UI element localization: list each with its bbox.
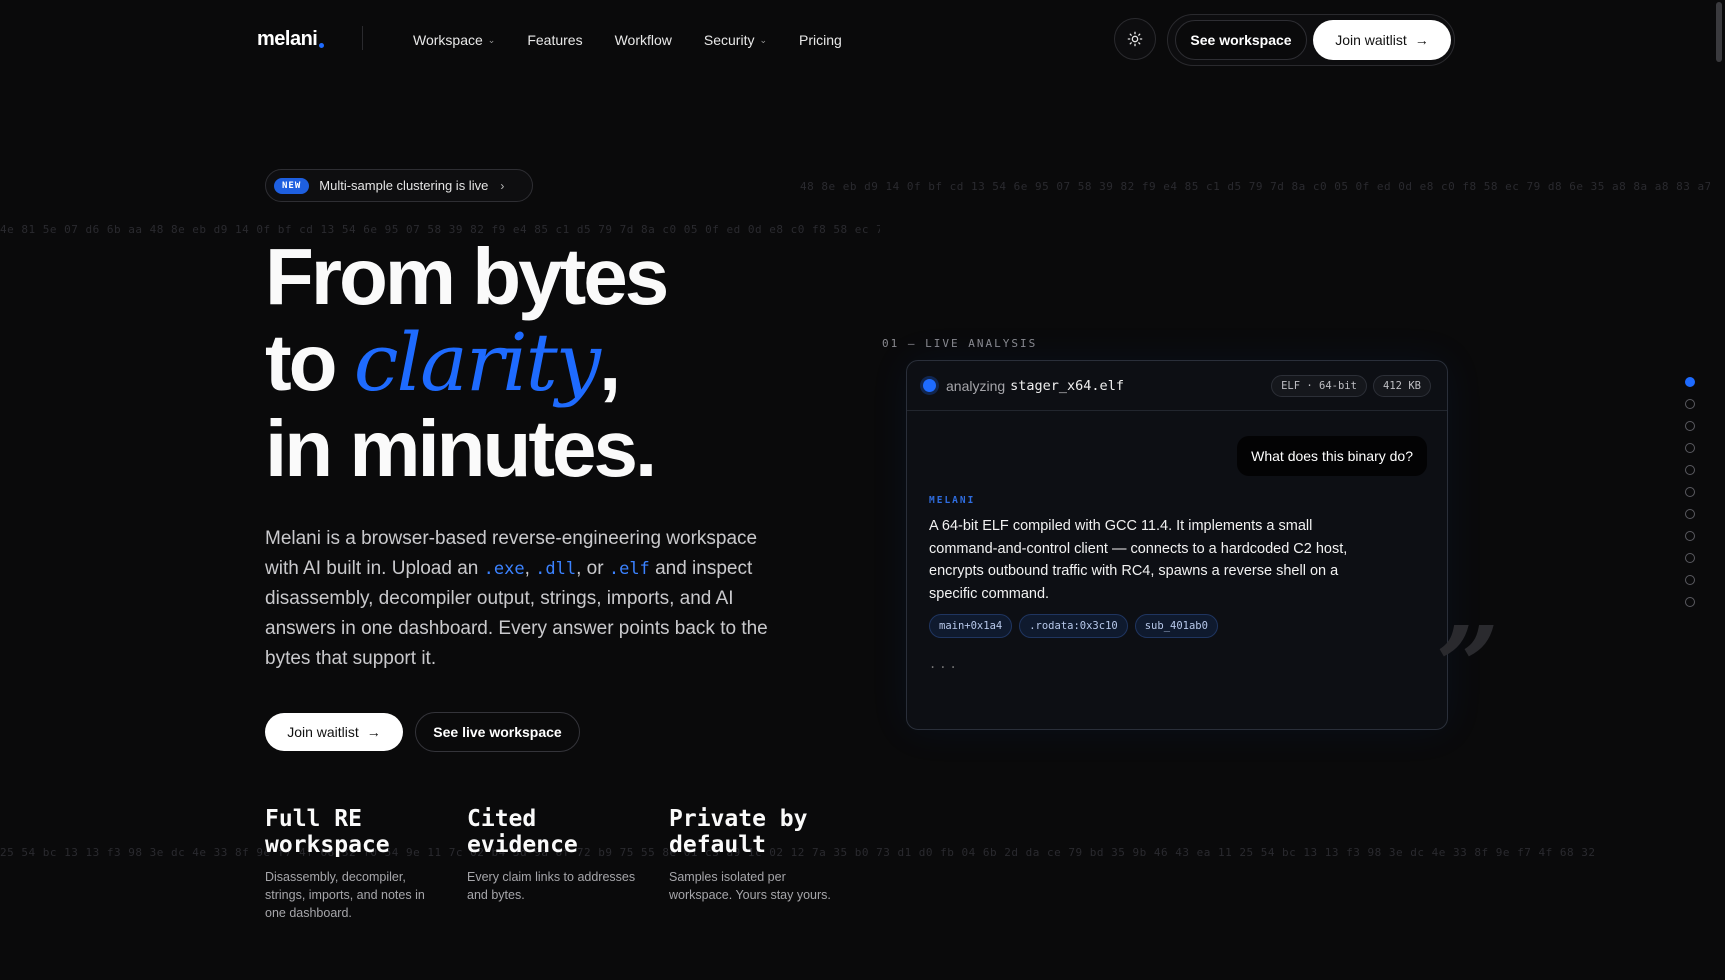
join-waitlist-label: Join waitlist xyxy=(287,724,359,740)
section-dot[interactable] xyxy=(1685,553,1695,563)
section-dot[interactable] xyxy=(1685,597,1695,607)
logo-dot xyxy=(319,43,325,48)
section-dots-nav xyxy=(1685,377,1695,607)
see-live-workspace-button[interactable]: See live workspace xyxy=(415,712,580,752)
see-workspace-button[interactable]: See workspace xyxy=(1175,20,1307,60)
live-analysis-panel: analyzing stager_x64.elf ELF · 64-bit 41… xyxy=(906,360,1448,730)
arrow-right-icon: → xyxy=(366,724,381,740)
sun-icon xyxy=(1127,31,1143,47)
size-tag: 412 KB xyxy=(1373,375,1431,397)
filename: stager_x64.elf xyxy=(1010,377,1124,394)
headline-clarity: clarity xyxy=(353,316,601,409)
ai-answer: A 64-bit ELF compiled with GCC 11.4. It … xyxy=(929,518,1348,602)
join-waitlist-nav-button[interactable]: Join waitlist → xyxy=(1313,20,1451,60)
section-dot[interactable] xyxy=(1685,531,1695,541)
section-dot[interactable] xyxy=(1685,487,1695,497)
nav-link-label: Features xyxy=(527,32,583,48)
nav-link-label: Pricing xyxy=(799,32,842,48)
announcement-pill[interactable]: NEW Multi-sample clustering is live › xyxy=(265,169,533,202)
user-question-bubble: What does this binary do? xyxy=(1237,436,1427,476)
nav-links: Workspace ⌄ Features Workflow Security ⌄ P… xyxy=(413,32,874,48)
section-dot[interactable] xyxy=(1685,575,1695,585)
section-dot[interactable] xyxy=(1685,465,1695,475)
nav-link-pricing[interactable]: Pricing xyxy=(799,32,842,48)
top-nav: melani Workspace ⌄ Features Workflow Secu… xyxy=(0,14,1725,66)
ext-exe: .exe xyxy=(483,559,525,579)
nav-link-workspace[interactable]: Workspace ⌄ xyxy=(413,32,495,48)
feature-title: Full RE workspace xyxy=(265,806,390,858)
nav-link-workflow[interactable]: Workflow xyxy=(615,32,672,48)
new-badge: NEW xyxy=(274,177,310,194)
section-dot[interactable] xyxy=(1685,509,1695,519)
status-dot-icon xyxy=(923,379,936,392)
nav-link-label: Workflow xyxy=(614,32,672,48)
headline-comma: , xyxy=(599,318,621,407)
theme-toggle-button[interactable] xyxy=(1114,18,1156,60)
join-waitlist-label: Join waitlist xyxy=(1335,32,1407,48)
nav-link-features[interactable]: Features xyxy=(527,32,582,48)
chevron-down-icon: ⌄ xyxy=(487,34,496,45)
logo-text: melani xyxy=(257,28,318,50)
lede-sep: , xyxy=(524,558,536,579)
chevron-down-icon: ⌄ xyxy=(759,34,768,45)
hex-stream-bottom: 25 54 bc 13 13 f3 98 3e dc 4e 33 8f 9e f… xyxy=(0,846,1596,859)
chevron-right-icon: › xyxy=(500,178,505,193)
scrollbar[interactable] xyxy=(1713,0,1725,980)
panel-header: analyzing stager_x64.elf ELF · 64-bit 41… xyxy=(907,361,1447,411)
feature-title: Private by default xyxy=(669,806,808,858)
headline-line-3: in minutes. xyxy=(265,404,657,493)
announcement-text: Multi-sample clustering is live xyxy=(319,178,489,193)
analyzing-label: analyzing xyxy=(946,377,1006,394)
logo[interactable]: melani xyxy=(257,28,325,51)
quote-mark-icon: ” xyxy=(1436,602,1500,731)
nav-divider xyxy=(362,26,363,50)
ext-dll: .dll xyxy=(535,559,577,579)
join-waitlist-button[interactable]: Join waitlist → xyxy=(265,713,403,751)
feature-cited-evidence: Cited evidence Every claim links to addr… xyxy=(467,806,642,904)
arrow-right-icon: → xyxy=(1414,32,1429,48)
evidence-refs: main+0x1a4 .rodata:0x3c10 sub_401ab0 xyxy=(929,614,1218,638)
ref-chip[interactable]: sub_401ab0 xyxy=(1134,614,1218,638)
headline-to: to xyxy=(265,318,354,407)
format-tag: ELF · 64-bit xyxy=(1271,375,1367,397)
live-analysis-label: 01 — LIVE ANALYSIS xyxy=(882,337,1038,350)
typing-indicator: ... xyxy=(929,657,960,671)
feature-description: Every claim links to addresses and bytes… xyxy=(467,870,636,902)
section-dot[interactable] xyxy=(1685,377,1695,387)
hex-stream-top-right: 48 8e eb d9 14 0f bf cd 13 54 6e 95 07 5… xyxy=(800,180,1710,193)
headline-line-1: From bytes xyxy=(265,232,669,321)
feature-title: Cited evidence xyxy=(467,806,578,858)
feature-private-by-default: Private by default Samples isolated per … xyxy=(669,806,844,904)
ext-elf: .elf xyxy=(608,559,650,579)
nav-link-label: Workspace xyxy=(413,32,483,48)
ref-chip[interactable]: main+0x1a4 xyxy=(929,614,1013,638)
nav-link-security[interactable]: Security ⌄ xyxy=(704,32,767,48)
feature-full-re-workspace: Full RE workspace Disassembly, decompile… xyxy=(265,806,440,922)
hero-headline: From bytes to clarity, in minutes. xyxy=(265,234,865,492)
scrollbar-thumb[interactable] xyxy=(1716,2,1722,62)
hero-description: Melani is a browser-based reverse-engine… xyxy=(265,524,790,674)
ref-chip[interactable]: .rodata:0x3c10 xyxy=(1019,614,1128,638)
feature-description: Samples isolated per workspace. Yours st… xyxy=(669,870,831,902)
lede-sep: , or xyxy=(576,558,609,579)
responder-label: MELANI xyxy=(929,495,976,506)
nav-cta-group: See workspace Join waitlist → xyxy=(1167,14,1455,66)
section-dot[interactable] xyxy=(1685,399,1695,409)
section-dot[interactable] xyxy=(1685,443,1695,453)
feature-description: Disassembly, decompiler, strings, import… xyxy=(265,870,425,920)
section-dot[interactable] xyxy=(1685,421,1695,431)
nav-link-label: Security xyxy=(703,32,755,48)
